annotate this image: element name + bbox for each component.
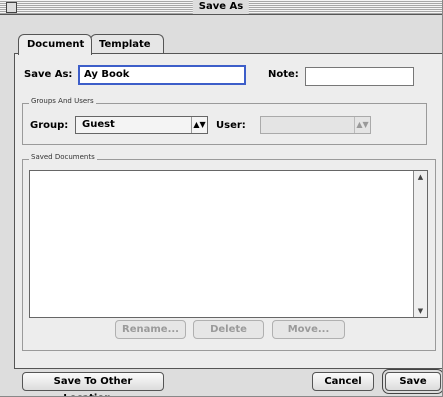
user-label: User: [216,120,246,131]
delete-button[interactable]: Delete [193,320,264,339]
rename-button[interactable]: Rename... [115,320,186,339]
scroll-up-icon[interactable]: ▲ [414,171,427,183]
saved-documents-list[interactable]: ▲ ▼ [29,170,428,318]
group-popup-value: Guest [82,119,115,130]
scroll-down-icon[interactable]: ▼ [414,305,427,317]
user-popup[interactable]: ▲▼ [260,116,371,134]
group-popup[interactable]: Guest ▲▼ [75,116,208,134]
close-box-icon[interactable] [6,2,17,13]
note-label: Note: [268,69,299,80]
save-as-label: Save As: [24,69,73,80]
save-as-dialog: Save As Document Template Save As: Ay Bo… [0,0,443,397]
groups-and-users-label: Groups And Users [29,97,96,105]
save-as-input[interactable]: Ay Book [78,65,246,85]
window-title: Save As [192,0,250,14]
move-button[interactable]: Move... [272,320,345,339]
vertical-scrollbar[interactable]: ▲ ▼ [413,171,427,317]
cancel-button[interactable]: Cancel [312,372,374,391]
tab-document[interactable]: Document [18,34,92,55]
title-bar[interactable]: Save As [0,0,442,15]
saved-documents-label: Saved Documents [29,153,97,161]
save-to-other-location-button[interactable]: Save To Other Location... [22,372,164,396]
popup-arrows-icon: ▲▼ [191,117,207,133]
save-button[interactable]: Save [385,372,441,391]
note-input[interactable] [305,67,414,86]
group-label: Group: [30,120,69,131]
tab-template[interactable]: Template [90,34,164,54]
popup-arrows-icon: ▲▼ [354,117,370,133]
